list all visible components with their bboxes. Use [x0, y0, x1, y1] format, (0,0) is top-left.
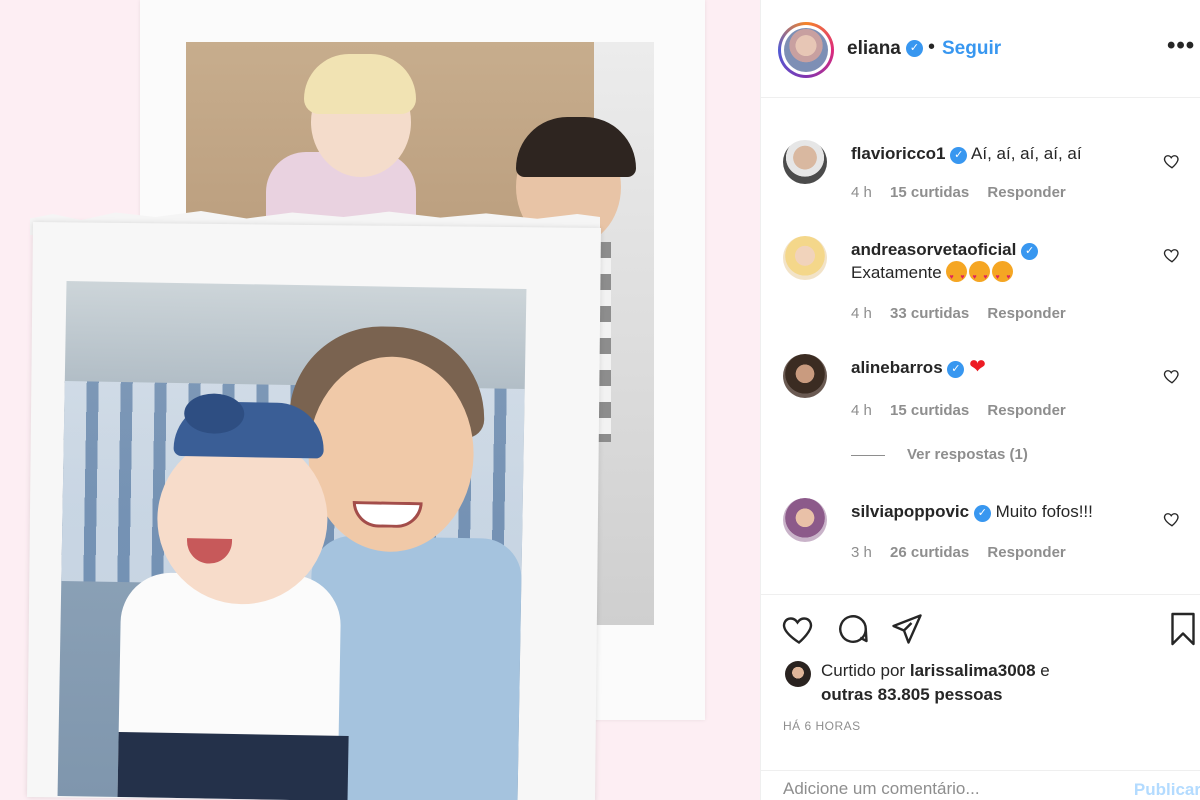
post-image[interactable]: [0, 0, 760, 800]
comment-meta: 4 h 15 curtidas Responder: [851, 184, 1080, 201]
replies-divider: [851, 454, 885, 456]
comment-likes[interactable]: 15 curtidas: [890, 402, 969, 419]
comment-meta: 3 h 26 curtidas Responder: [851, 544, 1080, 561]
post-actions: Curtido por larissalima3008 e outras 83.…: [761, 594, 1200, 800]
like-comment-heart-icon[interactable]: [1163, 510, 1181, 528]
like-heart-icon[interactable]: [781, 611, 817, 647]
more-options-icon[interactable]: •••: [1167, 32, 1195, 60]
post-sidebar: eliana ✓ • Seguir ••• flavioricco1 ✓ Aí,…: [760, 0, 1200, 800]
bookmark-save-icon[interactable]: [1165, 611, 1200, 647]
comment-time[interactable]: 4 h: [851, 402, 872, 419]
comment-time[interactable]: 3 h: [851, 544, 872, 561]
comment-time[interactable]: 4 h: [851, 305, 872, 322]
reply-button[interactable]: Responder: [987, 305, 1065, 322]
comment-avatar[interactable]: [783, 354, 827, 398]
verified-icon: ✓: [906, 40, 923, 57]
comment-content: Exatamente: [851, 263, 942, 282]
liked-by-text: Curtido por larissalima3008 e outras 83.…: [821, 659, 1050, 707]
comment-likes[interactable]: 15 curtidas: [890, 184, 969, 201]
like-comment-heart-icon[interactable]: [1163, 367, 1181, 385]
comment-text: andreasorvetaoficial ✓ Exatamente: [851, 238, 1151, 289]
smiling-face-with-hearts-icon: [992, 261, 1014, 289]
comment-meta: 4 h 15 curtidas Responder: [851, 402, 1080, 419]
red-heart-icon: ❤: [969, 356, 986, 378]
comment-input[interactable]: [783, 779, 1103, 799]
add-comment-bar: Publicar: [761, 770, 1200, 800]
reply-button[interactable]: Responder: [987, 544, 1065, 561]
comment-content: Aí, aí, aí, aí, aí: [971, 144, 1082, 163]
smiling-face-with-hearts-icon: [946, 261, 968, 289]
comment-text: silviapoppovic ✓ Muito fofos!!!: [851, 500, 1151, 523]
post-header: eliana ✓ • Seguir •••: [761, 0, 1200, 98]
reply-button[interactable]: Responder: [987, 402, 1065, 419]
verified-icon: ✓: [947, 361, 965, 378]
reply-button[interactable]: Responder: [987, 184, 1065, 201]
comment-username[interactable]: flavioricco1: [851, 144, 946, 163]
like-comment-heart-icon[interactable]: [1163, 246, 1181, 264]
liked-by-conj: e: [1040, 661, 1050, 680]
comment-avatar[interactable]: [783, 498, 827, 542]
post-timestamp[interactable]: HÁ 6 HORAS: [783, 719, 861, 733]
verified-icon: ✓: [950, 147, 968, 164]
separator-dot: •: [928, 36, 936, 58]
comment-avatar[interactable]: [783, 236, 827, 280]
photo-boy-and-baby: [57, 281, 527, 800]
comment-text: alinebarros ✓ ❤: [851, 356, 1151, 379]
comment-likes[interactable]: 33 curtidas: [890, 305, 969, 322]
liker-avatar[interactable]: [785, 661, 811, 687]
smiling-face-with-hearts-icon: [969, 261, 991, 289]
view-replies-button[interactable]: Ver respostas (1): [851, 446, 1028, 463]
comment-text: flavioricco1 ✓ Aí, aí, aí, aí, aí: [851, 142, 1151, 165]
verified-icon: ✓: [973, 505, 991, 522]
author-username[interactable]: eliana: [847, 38, 901, 60]
comment-username[interactable]: alinebarros: [851, 358, 943, 377]
comment-bubble-icon[interactable]: [835, 611, 871, 647]
liked-by-user[interactable]: larissalima3008: [910, 661, 1036, 680]
publish-button[interactable]: Publicar: [1134, 780, 1200, 800]
share-send-icon[interactable]: [889, 611, 925, 647]
comment-meta: 4 h 33 curtidas Responder: [851, 305, 1080, 322]
comment-likes[interactable]: 26 curtidas: [890, 544, 969, 561]
comment-username[interactable]: andreasorvetaoficial: [851, 240, 1016, 259]
comment-avatar[interactable]: [783, 140, 827, 184]
comment-username[interactable]: silviapoppovic: [851, 502, 969, 521]
like-comment-heart-icon[interactable]: [1163, 152, 1181, 170]
comment-time[interactable]: 4 h: [851, 184, 872, 201]
liked-by-others[interactable]: outras 83.805 pessoas: [821, 685, 1002, 704]
verified-icon: ✓: [1021, 243, 1039, 260]
follow-button[interactable]: Seguir: [942, 38, 1001, 60]
author-avatar[interactable]: [778, 22, 834, 78]
view-replies-label[interactable]: Ver respostas (1): [907, 446, 1028, 463]
liked-by-prefix: Curtido por: [821, 661, 906, 680]
comment-content: Muito fofos!!!: [995, 502, 1093, 521]
